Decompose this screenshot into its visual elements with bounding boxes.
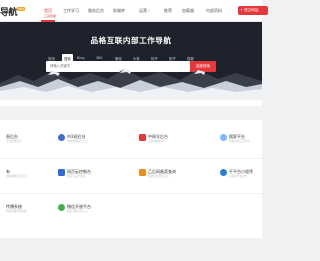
site-logo[interactable]: 导航 <box>0 5 18 18</box>
row-divider <box>0 193 262 194</box>
logo-badge: PRO <box>17 7 26 11</box>
nav-item-recommend[interactable]: 推荐 <box>164 8 172 14</box>
app-icon <box>58 134 65 141</box>
app-icon <box>0 204 4 211</box>
tab-common[interactable]: 常用 <box>48 54 55 61</box>
link-desc: 微信开放平台入口 <box>67 210 88 213</box>
app-icon <box>220 169 227 176</box>
link-desc: 内部管理后台入口 <box>67 140 88 143</box>
nav-item-loader[interactable]: 加载器 <box>182 8 194 14</box>
link-desc: 备案信息查询工具 <box>148 175 169 178</box>
link-desc: 后台内容管理 <box>148 140 164 143</box>
app-icon <box>58 204 65 211</box>
chevron-down-icon: ▾ <box>148 9 150 13</box>
nav-item-frontend[interactable]: 前端库 <box>113 8 125 14</box>
tab-video[interactable]: 视频 <box>187 54 194 61</box>
row-divider <box>0 158 262 159</box>
nav-item-home-sub: 工具导航 <box>44 14 57 18</box>
nav-item-ops-label: 运营 <box>139 8 147 13</box>
mountain-illustration <box>0 69 262 97</box>
hero-banner: 品格互联内部工作导航 常用 搜索 Blog 360 微信 头条 知乎 知乎 视频… <box>0 22 262 97</box>
tab-zhihu[interactable]: 知乎 <box>151 54 158 61</box>
app-icon <box>139 169 146 176</box>
nav-item-work[interactable]: 工作学习 <box>63 8 79 14</box>
app-icon <box>220 134 227 141</box>
section-top-strip <box>0 100 262 106</box>
link-desc: 网页云后台管理 <box>67 175 86 178</box>
tab-wechat[interactable]: 微信 <box>115 54 122 61</box>
link-desc: 搜索优化工具平台 <box>229 140 250 143</box>
link-desc: 平台管理后台 <box>6 140 22 143</box>
tab-search[interactable]: 搜索 <box>62 54 73 61</box>
link-desc: 内部传播管理系统 <box>6 210 27 213</box>
links-section: 直后台 平台管理后台 中2网后台 内部管理后台入口 中网号后台 后台内容管理 搜… <box>0 120 262 238</box>
submit-site-button[interactable]: + 提交网站 <box>238 6 268 15</box>
nav-item-admin[interactable]: 服务后台 <box>88 8 104 14</box>
tab-toutiao[interactable]: 头条 <box>133 54 140 61</box>
app-icon <box>58 169 65 176</box>
nav-item-ops[interactable]: 运营▾ <box>139 8 150 14</box>
top-navbar: 导航 PRO 首页 工具导航 工作学习 服务后台 前端库 运营▾ 推荐 加载器 … <box>0 0 268 22</box>
link-desc: 小程序开发平台 <box>229 175 248 178</box>
app-icon <box>139 134 146 141</box>
link-desc: 内容管理平台工具 <box>6 175 27 178</box>
app-icon <box>0 169 4 176</box>
tab-blog[interactable]: Blog <box>77 54 85 61</box>
hero-title: 品格互联内部工作导航 <box>90 36 172 45</box>
app-icon <box>0 134 4 141</box>
tab-zhihu-2[interactable]: 知乎 <box>169 54 176 61</box>
tab-360[interactable]: 360 <box>96 54 102 61</box>
nav-item-internal[interactable]: 内部资料 <box>206 8 222 14</box>
